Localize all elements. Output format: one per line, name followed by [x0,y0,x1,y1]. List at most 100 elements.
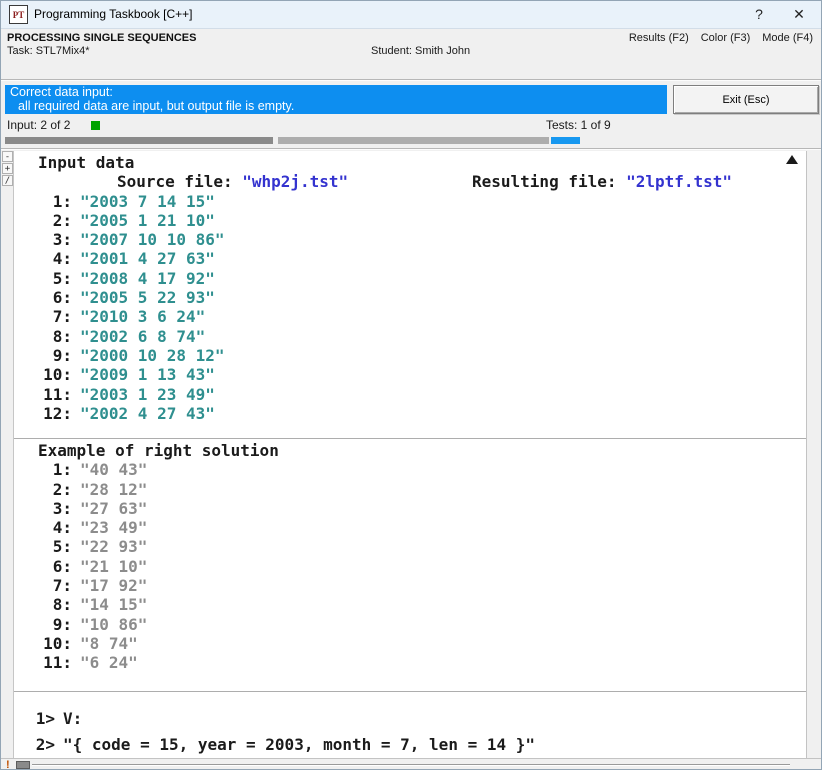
task-progress-bar [278,137,549,144]
menu-item[interactable]: Results (F2) [629,32,689,44]
input-data-title: Input data [19,153,788,172]
row-number: 4: [19,249,72,268]
alert-indicator: ! [6,759,10,770]
row-number: 7: [19,576,72,595]
gutter-button[interactable]: + [2,163,13,174]
app-icon-letters: PT [13,10,25,20]
result-row: 2> "{ code = 15, year = 2003, month = 7,… [19,732,788,758]
row-number: 12: [19,404,72,423]
result-section: 1> V: 2> "{ code = 15, year = 2003, mont… [19,706,788,758]
title-bar: PT Programming Taskbook [C++] ? ✕ [1,1,821,29]
example-row: 9: "10 86" [19,615,788,634]
row-value: "23 49" [80,518,147,537]
row-value: "10 86" [80,615,147,634]
row-number: 2> [19,732,55,758]
resulting-file-label: Resulting file: [472,172,617,191]
separator-groove-content [1,148,822,150]
bottom-scroll-bar: ! [1,758,822,770]
section-separator-1 [14,438,806,439]
row-number: 5: [19,269,72,288]
source-file-name: "whp2j.tst" [242,172,348,191]
input-data-section: Input data Source file:"whp2j.tst" Resul… [19,153,788,423]
resulting-file-name: "2lptf.tst" [626,172,732,191]
input-data-row: 4: "2001 4 27 63" [19,249,788,268]
tests-counter: Tests: 1 of 9 [546,118,611,132]
input-data-row: 3: "2007 10 10 86" [19,230,788,249]
row-value: "2000 10 28 12" [80,346,225,365]
row-value: "8 74" [80,634,138,653]
example-section: Example of right solution 1: "40 43" 2: … [19,441,788,673]
content-panel: -+/ Input data Source file:"whp2j.tst" R… [2,151,807,758]
input-data-row: 9: "2000 10 28 12" [19,346,788,365]
example-row: 5: "22 93" [19,537,788,556]
row-value: "2002 6 8 74" [80,327,205,346]
window-title: Programming Taskbook [C++] [34,1,193,28]
gutter-button[interactable]: / [2,175,13,186]
header-menu: Results (F2) Color (F3) Mode (F4) [629,32,813,44]
separator-groove-top [1,79,822,81]
input-data-row: 6: "2005 5 22 93" [19,288,788,307]
tests-progress-bar [551,137,580,144]
input-progress-bar [5,137,273,144]
row-number: 6: [19,557,72,576]
row-value: "21 10" [80,557,147,576]
help-button[interactable]: ? [747,1,771,28]
row-value: "2003 7 14 15" [80,192,215,211]
input-complete-indicator [91,121,100,130]
input-rows: 1: "2003 7 14 15" 2: "2005 1 21 10" 3: "… [19,192,788,424]
row-value: "22 93" [80,537,147,556]
row-value: "2005 1 21 10" [80,211,215,230]
row-number: 8: [19,327,72,346]
row-number: 1> [19,706,55,732]
row-value: "{ code = 15, year = 2003, month = 7, le… [63,732,535,758]
banner-detail: all required data are input, but output … [5,100,667,114]
files-line: Source file:"whp2j.tst" Resulting file: "… [19,172,788,191]
row-number: 6: [19,288,72,307]
exit-button[interactable]: Exit (Esc) [673,85,819,114]
example-row: 6: "21 10" [19,557,788,576]
row-value: "2005 5 22 93" [80,288,215,307]
example-row: 8: "14 15" [19,595,788,614]
student-label: Student: Smith John [371,45,470,57]
row-value: "17 92" [80,576,147,595]
topic-title: PROCESSING SINGLE SEQUENCES [7,32,196,44]
input-data-row: 12: "2002 4 27 43" [19,404,788,423]
row-number: 3: [19,499,72,518]
row-value: "40 43" [80,460,147,479]
task-window-text: Input data Source file:"whp2j.tst" Resul… [19,151,788,758]
input-data-row: 10: "2009 1 13 43" [19,365,788,384]
row-value: "2001 4 27 63" [80,249,215,268]
row-value: "2008 4 17 92" [80,269,215,288]
gutter-toolbar: -+/ [2,151,14,758]
example-row: 2: "28 12" [19,480,788,499]
result-row: 1> V: [19,706,788,732]
row-value: "2007 10 10 86" [80,230,225,249]
input-data-row: 8: "2002 6 8 74" [19,327,788,346]
section-separator-2 [14,691,806,692]
row-number: 2: [19,480,72,499]
row-value: "2010 3 6 24" [80,307,205,326]
row-value: "14 15" [80,595,147,614]
row-number: 3: [19,230,72,249]
close-button[interactable]: ✕ [787,1,811,28]
row-number: 9: [19,346,72,365]
row-value: "2002 4 27 43" [80,404,215,423]
banner-title: Correct data input: [5,85,667,100]
hscroll-track[interactable] [32,764,790,765]
input-data-row: 5: "2008 4 17 92" [19,269,788,288]
gutter-button[interactable]: - [2,151,13,162]
result-rows: 1> V: 2> "{ code = 15, year = 2003, mont… [19,706,788,758]
hscroll-thumb[interactable] [16,761,30,769]
row-number: 9: [19,615,72,634]
source-file-group: Source file:"whp2j.tst" [117,172,348,191]
menu-item[interactable]: Color (F3) [701,32,751,44]
row-number: 11: [19,653,72,672]
menu-item[interactable]: Mode (F4) [762,32,813,44]
example-row: 3: "27 63" [19,499,788,518]
status-banner: Correct data input: all required data ar… [5,85,667,114]
resulting-file-group: Resulting file: "2lptf.tst" [472,172,732,191]
row-number: 8: [19,595,72,614]
example-row: 4: "23 49" [19,518,788,537]
row-number: 11: [19,385,72,404]
example-row: 1: "40 43" [19,460,788,479]
